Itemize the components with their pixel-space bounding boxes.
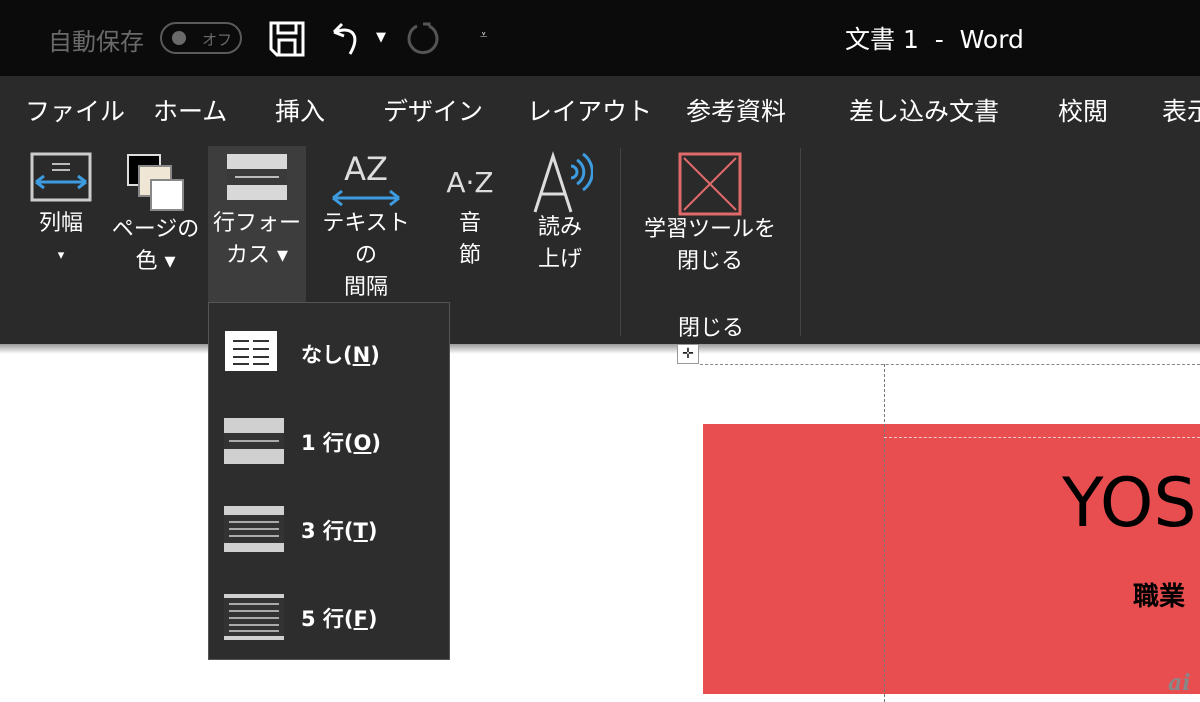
label: ) (371, 431, 381, 455)
autosave-state: オフ (202, 31, 233, 49)
syllables-icon: A·Z (446, 166, 493, 199)
tab-file[interactable]: ファイル (25, 92, 125, 128)
menu-item-five-lines[interactable]: 5 行(F) (209, 573, 449, 659)
menu-item-none[interactable]: なし(N) (209, 309, 449, 395)
save-icon[interactable] (268, 20, 306, 58)
table-gridline (700, 364, 1200, 365)
separator (800, 148, 801, 336)
label: 節 (458, 243, 481, 268)
label: 3 行( (301, 519, 354, 543)
read-aloud-icon (533, 151, 593, 213)
ribbon-tabs: ファイル ホーム 挿入 デザイン レイアウト 参考資料 差し込み文書 校閲 表示 (0, 76, 1200, 142)
document-page[interactable]: ✛ YOS 職業 ai (0, 344, 1200, 702)
menu-item-three-lines[interactable]: 3 行(T) (209, 485, 449, 571)
table-move-handle-icon[interactable]: ✛ (677, 344, 699, 364)
label: 音 (458, 211, 481, 236)
tab-insert[interactable]: 挿入 (275, 92, 325, 128)
shortcut-key: O (353, 431, 372, 455)
line-focus-icon (227, 154, 287, 200)
tab-mailings[interactable]: 差し込み文書 (849, 92, 999, 128)
label: 閉じる (676, 249, 743, 274)
group-label-close: 閉じる (678, 316, 745, 341)
redo-icon[interactable] (405, 20, 443, 58)
document-title: 文書 1 - Word (845, 25, 1024, 54)
page-color-icon (126, 154, 184, 211)
one-line-icon (224, 418, 284, 464)
read-aloud-button[interactable]: 読み 上げ (518, 146, 602, 306)
label: なし( (301, 343, 353, 367)
svg-text:A·Z: A·Z (446, 166, 493, 199)
undo-dropdown-icon[interactable]: ▼ (376, 30, 386, 45)
column-width-icon (30, 152, 92, 202)
label: 色 ▾ (135, 249, 176, 274)
label: 間隔 (343, 275, 388, 300)
caret-icon: ▾ (57, 248, 65, 263)
tab-view[interactable]: 表示 (1162, 92, 1200, 128)
text-spacing-button[interactable]: AZ テキストの間隔 (312, 146, 420, 306)
syllables-button[interactable]: A·Z 音節 (428, 146, 512, 306)
close-icon (678, 152, 742, 216)
ribbon: 列幅 ▾ ページの色 ▾ 行フォーカス ▾ AZ テキストの間隔 A·Z 音節 読… (0, 142, 1200, 344)
tab-home[interactable]: ホーム (153, 92, 227, 128)
undo-icon[interactable] (330, 20, 366, 58)
watermark-logo: ai (1168, 670, 1191, 696)
label: ) (370, 343, 380, 367)
tab-references[interactable]: 参考資料 (686, 92, 786, 128)
customize-toolbar-icon[interactable]: ⩡ (480, 28, 487, 43)
card-name: YOS (1062, 464, 1197, 543)
ribbon-shadow (0, 344, 1200, 354)
label: 行フォー (212, 211, 301, 236)
column-width-button[interactable]: 列幅 ▾ (20, 146, 102, 306)
label: カス ▾ (225, 243, 289, 268)
label: 列幅 (38, 211, 83, 236)
label: 学習ツールを (643, 217, 776, 242)
label: 読み (537, 215, 582, 240)
text-spacing-icon: AZ (332, 152, 400, 207)
close-learning-tools-button[interactable]: 学習ツールを 閉じる (636, 146, 784, 306)
autosave-toggle[interactable]: オフ (160, 22, 242, 54)
menu-item-one-line[interactable]: 1 行(O) (209, 397, 449, 483)
shortcut-key: F (353, 607, 368, 631)
tab-design[interactable]: デザイン (383, 92, 483, 128)
label: 上げ (537, 247, 582, 272)
shortcut-key: N (352, 343, 371, 367)
five-lines-icon (224, 594, 284, 640)
label: 1 行( (301, 431, 354, 455)
line-focus-menu: なし(N) 1 行(O) 3 行(T) 5 行(F) (208, 302, 450, 660)
page-color-button[interactable]: ページの色 ▾ (108, 146, 203, 306)
line-focus-button[interactable]: 行フォーカス ▾ (208, 146, 306, 306)
autosave-label: 自動保存 (48, 28, 144, 56)
separator (620, 148, 621, 336)
shortcut-key: T (353, 519, 368, 543)
tab-review[interactable]: 校閲 (1058, 92, 1108, 128)
table-gridline (884, 364, 885, 702)
label: ページの (111, 217, 200, 242)
table-gridline (884, 437, 1200, 438)
label: ) (367, 607, 378, 631)
card-job-title: 職業 (1133, 582, 1186, 612)
label: テキストの (322, 211, 410, 268)
three-lines-icon (224, 506, 284, 552)
label: ) (367, 519, 378, 543)
label: 5 行( (301, 607, 354, 631)
tab-layout[interactable]: レイアウト (527, 92, 652, 128)
title-bar: 自動保存 オフ ▼ ⩡ 文書 1 - Word (0, 0, 1200, 76)
svg-text:AZ: AZ (344, 152, 388, 188)
no-line-focus-icon (225, 331, 277, 371)
